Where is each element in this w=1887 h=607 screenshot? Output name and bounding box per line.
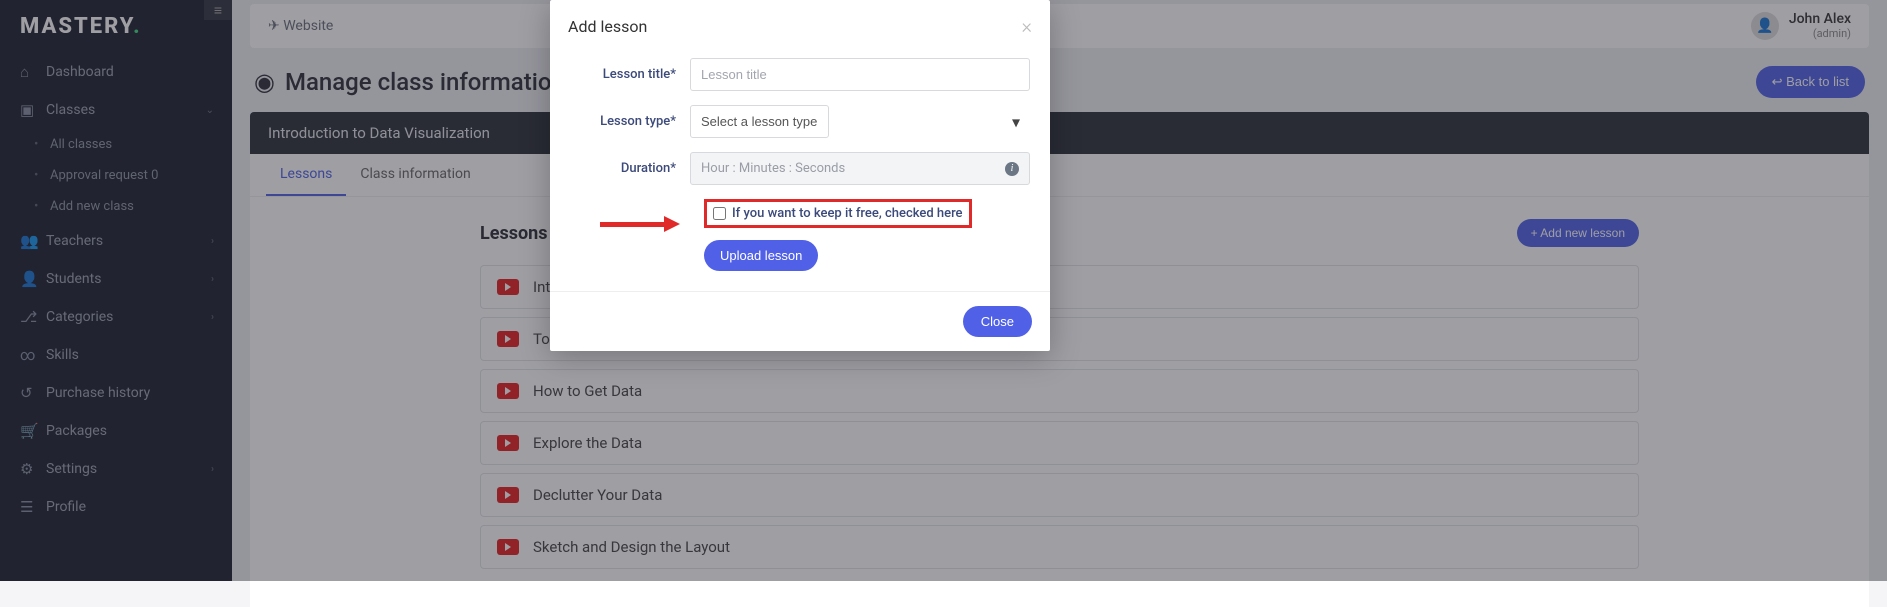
upload-lesson-button[interactable]: Upload lesson bbox=[704, 240, 818, 271]
add-lesson-modal: Add lesson × Lesson title* Lesson type* … bbox=[550, 0, 1050, 351]
duration-input[interactable]: Hour : Minutes : Seconds i bbox=[690, 152, 1030, 185]
duration-label: Duration* bbox=[570, 161, 690, 176]
close-icon[interactable]: × bbox=[1022, 14, 1032, 38]
keep-free-label: If you want to keep it free, checked her… bbox=[732, 206, 963, 221]
keep-free-checkbox-row[interactable]: If you want to keep it free, checked her… bbox=[704, 199, 972, 228]
info-icon[interactable]: i bbox=[1005, 162, 1019, 176]
duration-placeholder: Hour : Minutes : Seconds bbox=[701, 161, 845, 176]
lesson-title-input[interactable] bbox=[690, 58, 1030, 91]
lesson-type-select[interactable]: Select a lesson type bbox=[690, 105, 829, 138]
modal-title: Add lesson bbox=[568, 17, 647, 36]
lesson-type-label: Lesson type* bbox=[570, 114, 690, 129]
keep-free-checkbox[interactable] bbox=[713, 207, 726, 220]
close-button[interactable]: Close bbox=[963, 306, 1032, 337]
lesson-title-label: Lesson title* bbox=[570, 67, 690, 82]
